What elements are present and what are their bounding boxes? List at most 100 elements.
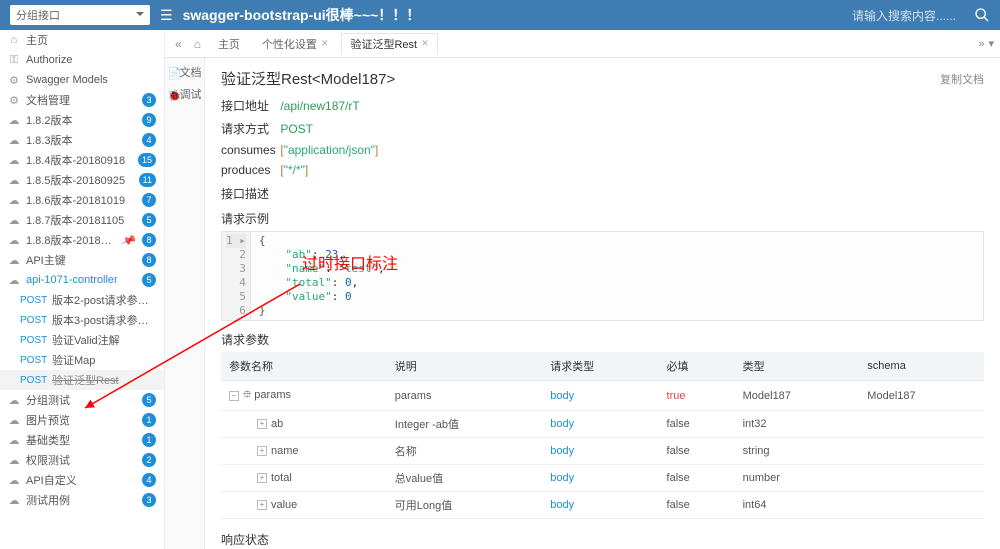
sidebar-item[interactable]: ☁1.8.6版本-201810197 — [0, 190, 164, 210]
sidebar-item[interactable]: ☁基础类型1 — [0, 430, 164, 450]
param-desc: 名称 — [387, 438, 542, 465]
search-input[interactable]: 请输入搜索内容...... — [852, 7, 956, 24]
sidebar-item[interactable]: ☁ 1.8.3版本 4 — [0, 130, 164, 150]
sidebar-item[interactable]: ⚙文档管理3 — [0, 90, 164, 110]
param-schema: Model187 — [859, 381, 984, 411]
sidebar-item-label: 版本2-post请求参数Hidden属性是否生效 — [52, 292, 156, 308]
sidebar-item[interactable]: ☁1.8.5版本-2018092511 — [0, 170, 164, 190]
param-name: + total — [221, 465, 387, 492]
sidebar-item[interactable]: ☁ 1.8.8版本-20181208📌 8 — [0, 230, 164, 250]
param-name: + ab — [221, 411, 387, 438]
tab-generic-rest[interactable]: 验证泛型Rest✕ — [341, 33, 437, 55]
sidebar-item-label: 1.8.5版本-20180925 — [26, 172, 133, 188]
cloud-icon: ☁ — [8, 414, 20, 427]
sidebar-item[interactable]: ☁权限测试2 — [0, 450, 164, 470]
sidebar-item-label: 基础类型 — [26, 432, 136, 448]
sidebar-item[interactable]: ☁API自定义4 — [0, 470, 164, 490]
tab-personalization[interactable]: 个性化设置✕ — [253, 33, 338, 55]
sidebar-item[interactable]: ☁1.8.7版本-201811055 — [0, 210, 164, 230]
sidebar-item-label: 1.8.8版本-20181208 — [26, 232, 116, 248]
home-icon[interactable]: ⌂ — [190, 37, 205, 51]
inner-tabs: 📄文档 🐞调试 — [165, 58, 205, 549]
param-type: int64 — [735, 492, 860, 519]
sidebar-item[interactable]: ☁api-1071-controller5 — [0, 270, 164, 290]
param-required: false — [659, 492, 735, 519]
sidebar-item-label: 1.8.6版本-20181019 — [26, 192, 136, 208]
sidebar-sub-item[interactable]: POST验证Valid注解 — [0, 330, 164, 350]
expand-icon[interactable]: + — [257, 473, 267, 483]
count-badge: 4 — [142, 473, 156, 487]
sidebar-item[interactable]: ☁分组测试5 — [0, 390, 164, 410]
method-label: 请求方式 — [221, 120, 277, 137]
params-label: 请求参数 — [221, 331, 984, 348]
expand-icon[interactable]: + — [257, 446, 267, 456]
cloud-icon: ☁ — [8, 474, 20, 487]
http-method: POST — [20, 355, 46, 366]
sidebar-item[interactable]: ☁1.8.4版本-2018091815 — [0, 150, 164, 170]
tab-menu-icon[interactable]: ▾ — [988, 37, 994, 50]
count-badge: 7 — [142, 193, 156, 207]
sidebar-item-label: 1.8.3版本 — [26, 132, 136, 148]
param-name: + name — [221, 438, 387, 465]
menu-toggle-icon[interactable]: ☰ — [160, 7, 173, 24]
expand-icon[interactable]: + — [257, 500, 267, 510]
expand-icon[interactable]: + — [257, 419, 267, 429]
cloud-icon: ☁ — [8, 234, 20, 247]
count-badge: 1 — [142, 433, 156, 447]
param-required: true — [659, 381, 735, 411]
http-method: POST — [20, 335, 46, 346]
search-icon[interactable] — [974, 7, 990, 23]
sidebar-item-label: 主页 — [26, 32, 156, 48]
sidebar-item-label: 1.8.2版本 — [26, 112, 136, 128]
produces-label: produces — [221, 163, 277, 177]
sidebar-sub-item[interactable]: POST版本3-post请求参数Hidden属性是否生效 — [0, 310, 164, 330]
resp-label: 响应状态 — [221, 531, 984, 548]
http-method: POST — [20, 315, 46, 326]
tab-nav-left-icon[interactable]: « — [171, 37, 186, 51]
cloud-icon: ☁ — [8, 114, 20, 127]
cloud-icon: ☁ — [8, 134, 20, 147]
tab-nav-right-icon[interactable]: » — [978, 38, 984, 50]
sidebar-item[interactable]: ⚿Authorize — [0, 50, 164, 70]
close-icon[interactable]: ✕ — [321, 38, 329, 49]
param-desc: params — [387, 381, 542, 411]
app-header: 分组接口 ☰ swagger-bootstrap-ui很棒~~~！！！ 请输入搜… — [0, 0, 1000, 30]
count-badge: 8 — [142, 233, 156, 247]
sidebar-item-label: 文档管理 — [26, 92, 136, 108]
sidebar-item[interactable]: ☁测试用例3 — [0, 490, 164, 510]
sidebar-item-label: 图片预览 — [26, 412, 136, 428]
close-icon[interactable]: ✕ — [421, 38, 429, 49]
group-select[interactable]: 分组接口 — [10, 5, 150, 25]
tab-home[interactable]: 主页 — [209, 33, 249, 55]
table-row: + name名称bodyfalsestring — [221, 438, 984, 465]
sidebar-item[interactable]: ⌂主页 — [0, 30, 164, 50]
inner-tab-doc[interactable]: 📄文档 — [168, 64, 202, 80]
param-type: string — [735, 438, 860, 465]
count-badge: 15 — [138, 153, 156, 167]
key-icon: ⚿ — [8, 54, 20, 67]
sidebar-item[interactable]: ☁1.8.2版本9 — [0, 110, 164, 130]
param-desc: 总value值 — [387, 465, 542, 492]
sidebar-item[interactable]: ⚙Swagger Models — [0, 70, 164, 90]
sidebar-sub-item[interactable]: POST验证泛型Rest — [0, 370, 164, 390]
sidebar-item-label: 验证Map — [52, 352, 156, 368]
copy-doc-link[interactable]: 复制文档 — [940, 71, 984, 87]
table-row: + abInteger -ab值bodyfalseint32 — [221, 411, 984, 438]
col-header: 参数名称 — [221, 352, 387, 381]
param-schema — [859, 411, 984, 438]
inner-tab-debug[interactable]: 🐞调试 — [168, 86, 202, 102]
desc-label: 接口描述 — [221, 185, 984, 202]
collapse-icon[interactable]: − — [229, 391, 239, 401]
count-badge: 11 — [139, 173, 156, 187]
annotation-text: 过时接口标注 — [302, 250, 398, 274]
cloud-icon: ☁ — [8, 454, 20, 467]
sidebar-sub-item[interactable]: POST版本2-post请求参数Hidden属性是否生效 — [0, 290, 164, 310]
pin-icon: 📌 — [120, 232, 137, 249]
count-badge: 4 — [142, 133, 156, 147]
sidebar-item[interactable]: ☁图片预览1 — [0, 410, 164, 430]
sidebar-item-label: Swagger Models — [26, 74, 156, 86]
param-desc: 可用Long值 — [387, 492, 542, 519]
col-header: 类型 — [735, 352, 860, 381]
sidebar-sub-item[interactable]: POST 验证Map — [0, 350, 164, 370]
sidebar-item[interactable]: ☁API主键8 — [0, 250, 164, 270]
